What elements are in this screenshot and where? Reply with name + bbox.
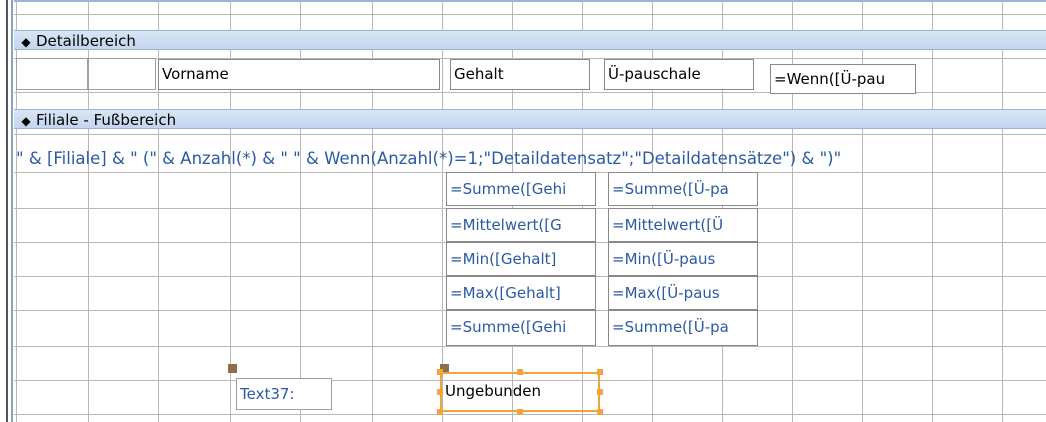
pauschale-aggregate-textbox[interactable]: =Mittelwert([Ü [608,208,758,242]
resize-handle[interactable] [437,389,443,395]
gehalt-aggregate-textbox[interactable]: =Max([Gehalt] [446,276,596,310]
move-handle[interactable] [228,364,237,373]
vertical-ruler [0,0,14,422]
pauschale-aggregate-textbox[interactable]: =Summe([Ü-pa [608,310,758,346]
pauschale-aggregate-textbox[interactable]: =Summe([Ü-pa [608,172,758,206]
grid-vline [932,0,933,422]
grid-vline [442,0,443,422]
report-design-canvas[interactable]: ◆ Detailbereich Vorname Gehalt Ü-pauschal… [0,0,1046,422]
gehalt-textbox[interactable]: Gehalt [450,59,590,90]
resize-handle[interactable] [517,409,523,415]
grid-hline [0,346,1046,347]
top-border [14,0,1046,2]
pauschale-aggregate-textbox[interactable]: =Min([Ü-paus [608,242,758,276]
pauschale-aggregate-textbox[interactable]: =Max([Ü-paus [608,276,758,310]
resize-handle[interactable] [437,369,443,375]
grid-hline [0,414,1046,415]
group-summary-expression-textbox[interactable]: " & [Filiale] & " (" & Anzahl(*) & " " &… [16,146,841,172]
text37-label[interactable]: Text37: [236,378,332,410]
section-label-footer: Filiale - Fußbereich [36,111,177,129]
resize-handle[interactable] [597,409,603,415]
ue-pauschale-textbox[interactable]: Ü-pauschale [604,59,754,90]
resize-handle[interactable] [437,409,443,415]
section-header-footer[interactable]: ◆ Filiale - Fußbereich [14,109,1046,129]
section-label-detail: Detailbereich [36,32,136,50]
gehalt-aggregate-textbox[interactable]: =Summe([Gehi [446,172,596,206]
section-header-detail[interactable]: ◆ Detailbereich [14,30,1046,50]
selection-outline [440,372,600,412]
resize-handle[interactable] [517,369,523,375]
section-arrow-icon: ◆ [21,114,31,128]
resize-handle[interactable] [597,369,603,375]
gehalt-aggregate-textbox[interactable]: =Min([Gehalt] [446,242,596,276]
gehalt-aggregate-textbox[interactable]: =Mittelwert([G [446,208,596,242]
gehalt-aggregate-textbox[interactable]: =Summe([Gehi [446,310,596,346]
grid-hline [0,134,1046,135]
detail-label-box-2[interactable] [88,58,156,90]
grid-hline [0,14,1046,15]
grid-vline [1002,0,1003,422]
wenn-textbox[interactable]: =Wenn([Ü-pau [770,64,916,94]
detail-label-box-1[interactable] [16,58,88,90]
section-arrow-icon: ◆ [21,35,31,49]
vorname-textbox[interactable]: Vorname [158,59,440,90]
resize-handle[interactable] [597,389,603,395]
